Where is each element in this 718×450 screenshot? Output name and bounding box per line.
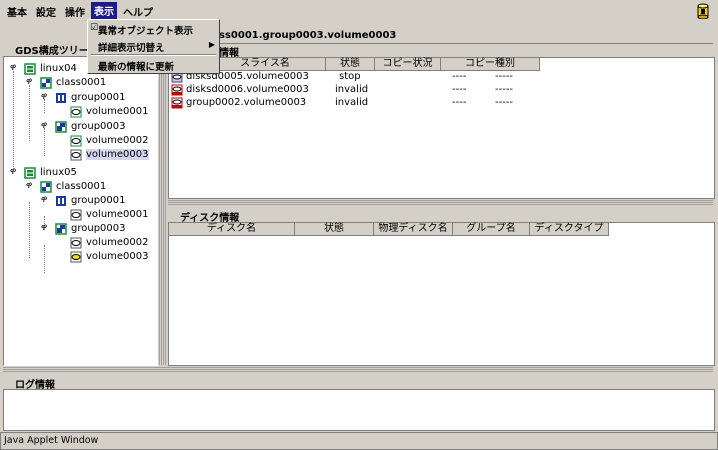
tree-node-label: group0003 bbox=[71, 223, 126, 234]
tree-node-label: volume0001 bbox=[86, 209, 149, 220]
expand-pin-icon[interactable]: ዋ bbox=[41, 223, 47, 233]
expand-pin-icon[interactable]: ዋ bbox=[41, 121, 47, 131]
cell-status: invalid bbox=[335, 97, 369, 108]
menu-help[interactable]: ヘルプ bbox=[120, 3, 156, 20]
group-icon bbox=[56, 196, 66, 206]
status-bar: Java Applet Window bbox=[0, 432, 718, 450]
class-icon bbox=[40, 77, 52, 89]
group-icon bbox=[55, 121, 67, 133]
menu-item-label: 異常オブジェクト表示 bbox=[98, 26, 194, 37]
tree-node-label: class0001 bbox=[56, 181, 107, 192]
database-cylinder-icon[interactable] bbox=[696, 3, 710, 19]
menu-item-label: 詳細表示切替え bbox=[98, 43, 165, 54]
host-icon bbox=[24, 167, 36, 179]
slice-table[interactable]: スライス名 状態 コピー状況 コピー種別 disksd0005.volume00… bbox=[168, 57, 715, 199]
expand-pin-icon[interactable]: ዋ bbox=[10, 167, 16, 177]
col-header-physical-disk[interactable]: 物理ディスク名 bbox=[374, 223, 453, 236]
col-header-copy-type[interactable]: コピー種別 bbox=[441, 58, 540, 71]
disk-table[interactable]: ディスク名 状態 物理ディスク名 グループ名 ディスクタイプ bbox=[168, 222, 715, 366]
tree-node-label: group0001 bbox=[71, 195, 126, 206]
volume-icon bbox=[70, 135, 82, 147]
tree-node-label: volume0002 bbox=[86, 237, 149, 248]
tree-node-label: class0001 bbox=[56, 77, 107, 88]
col-header-disk-type[interactable]: ディスクタイプ bbox=[530, 223, 609, 236]
cell-status: invalid bbox=[335, 84, 369, 95]
menu-separator bbox=[91, 54, 216, 56]
table-row[interactable]: disksd0005.volume0003 stop ---- ----- bbox=[169, 71, 714, 83]
expand-pin-icon[interactable]: ዋ bbox=[41, 92, 47, 102]
menu-item-label: 最新の情報に更新 bbox=[98, 62, 175, 73]
expand-pin-icon[interactable]: ዋ bbox=[26, 77, 32, 87]
col-header-copy-status[interactable]: コピー状況 bbox=[375, 58, 441, 71]
col-header-slice-name[interactable]: スライス名 bbox=[205, 58, 326, 71]
volume-icon bbox=[70, 209, 82, 221]
col-header-disk-status[interactable]: 状態 bbox=[295, 223, 374, 236]
tree-node-label: group0003 bbox=[71, 121, 126, 132]
tree-node-label: volume0002 bbox=[86, 135, 149, 146]
menu-kihon[interactable]: 基本 bbox=[4, 3, 30, 20]
cell-slice-name: group0002.volume0003 bbox=[186, 97, 307, 108]
cell-copy-status: ---- bbox=[452, 97, 467, 108]
vertical-splitter[interactable] bbox=[158, 30, 166, 365]
view-dropdown-menu: ☑ 異常オブジェクト表示 詳細表示切替え ▶ 最新の情報に更新 bbox=[87, 19, 220, 74]
volume-icon bbox=[70, 149, 82, 161]
log-area[interactable] bbox=[3, 389, 715, 431]
group-icon bbox=[56, 93, 66, 103]
table-row[interactable]: group0002.volume0003 invalid ---- ----- bbox=[169, 97, 714, 109]
cell-copy-status: ---- bbox=[452, 84, 467, 95]
object-path-title: ss0001.group0003.volume0003 bbox=[168, 30, 713, 42]
slice-error-icon bbox=[171, 84, 183, 96]
cell-slice-name: disksd0006.volume0003 bbox=[186, 84, 309, 95]
menu-item-detail-toggle[interactable]: 詳細表示切替え ▶ bbox=[88, 38, 219, 54]
check-icon: ☑ bbox=[90, 23, 99, 33]
expand-pin-icon[interactable]: ዋ bbox=[10, 63, 16, 73]
menu-sousa[interactable]: 操作 bbox=[62, 3, 88, 20]
submenu-arrow-icon: ▶ bbox=[208, 40, 215, 49]
status-text: Java Applet Window bbox=[4, 435, 99, 446]
col-header-disk-name[interactable]: ディスク名 bbox=[169, 223, 295, 236]
cell-status: stop bbox=[339, 71, 361, 82]
class-icon bbox=[40, 181, 52, 193]
cell-copy-type: ----- bbox=[495, 97, 514, 108]
object-path-label: ss0001.group0003.volume0003 bbox=[219, 30, 397, 41]
tree-node-label: linux05 bbox=[40, 167, 77, 178]
slice-panel-header: 情報 bbox=[168, 43, 713, 59]
disk-panel-header: ディスク情報 bbox=[168, 208, 713, 224]
gds-tree[interactable]: ዋ linux04 ዋ class0001 ዋ group0001 volume… bbox=[3, 56, 158, 366]
cell-copy-type: ----- bbox=[495, 84, 514, 95]
col-header-group-name[interactable]: グループ名 bbox=[453, 223, 530, 236]
tree-node-label: group0001 bbox=[71, 92, 126, 103]
cell-copy-status: ---- bbox=[452, 71, 467, 82]
expand-pin-icon[interactable]: ዋ bbox=[41, 195, 47, 205]
group-icon bbox=[55, 223, 67, 235]
volume-warning-icon bbox=[70, 251, 82, 263]
volume-icon bbox=[70, 237, 82, 249]
menu-bar: 基本 設定 操作 表示 ヘルプ bbox=[0, 0, 718, 20]
tree-node-label: volume0001 bbox=[86, 106, 149, 117]
slice-error-icon bbox=[171, 97, 183, 109]
cell-copy-type: ----- bbox=[495, 71, 514, 82]
tree-node-label: linux04 bbox=[40, 63, 77, 74]
expand-pin-icon[interactable]: ዋ bbox=[26, 181, 32, 191]
menu-item-refresh[interactable]: 最新の情報に更新 bbox=[88, 57, 219, 73]
table-row[interactable]: disksd0006.volume0003 invalid ---- ----- bbox=[169, 84, 714, 96]
menu-settei[interactable]: 設定 bbox=[33, 3, 59, 20]
horizontal-splitter[interactable] bbox=[168, 200, 713, 206]
log-splitter[interactable] bbox=[3, 367, 713, 373]
menu-hyouji[interactable]: 表示 bbox=[91, 2, 117, 19]
tree-node-label: volume0003 bbox=[86, 251, 149, 262]
log-panel-header: ログ情報 bbox=[3, 375, 713, 391]
host-icon bbox=[24, 63, 36, 75]
volume-icon bbox=[70, 106, 82, 118]
tree-node-label: volume0003 bbox=[86, 149, 149, 160]
col-header-status[interactable]: 状態 bbox=[326, 58, 375, 71]
menu-item-show-abnormal[interactable]: ☑ 異常オブジェクト表示 bbox=[88, 21, 219, 37]
